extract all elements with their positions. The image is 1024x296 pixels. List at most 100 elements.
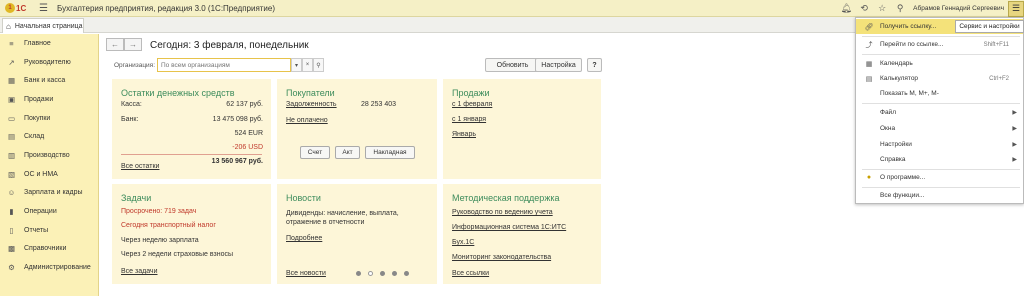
menu-item-help[interactable]: Справка ▶	[856, 152, 1023, 167]
support-link[interactable]: Мониторинг законодательства	[452, 254, 551, 261]
buyers-card-title: Покупатели	[286, 88, 335, 98]
sidebar-item-salary[interactable]: ☺ Зарплата и кадры	[0, 184, 98, 203]
sidebar-item-admin[interactable]: ⚙ Администрирование	[0, 258, 98, 277]
sidebar-item-reports[interactable]: ▯ Отчеты	[0, 221, 98, 240]
menu-item-go-to-link[interactable]: ⤴ Перейти по ссылке... Shift+F11	[856, 37, 1023, 52]
support-link[interactable]: Информационная система 1С:ИТС	[452, 224, 566, 231]
gear-icon: ⚙	[8, 263, 15, 273]
sidebar-item-operations[interactable]: ▮ Операции	[0, 202, 98, 221]
sidebar-item-label: Руководителю	[24, 58, 71, 66]
menu-item-label: Календарь	[880, 60, 913, 67]
sidebar-item-director[interactable]: ↗ Руководителю	[0, 53, 98, 72]
calculator-icon: ▤	[865, 75, 873, 83]
sales-january-link[interactable]: Январь	[452, 131, 476, 138]
sidebar-item-warehouse[interactable]: ▤ Склад	[0, 127, 98, 146]
pagination-dot[interactable]	[368, 271, 373, 276]
support-link[interactable]: Бух.1С	[452, 239, 474, 246]
sidebar-item-label: Продажи	[24, 95, 54, 103]
sidebar-item-references[interactable]: ▩ Справочники	[0, 240, 98, 259]
org-dropdown-button[interactable]: ▾	[291, 58, 302, 72]
support-link[interactable]: Руководство по ведению учета	[452, 209, 553, 216]
task-two-weeks[interactable]: Через 2 недели страховые взносы	[121, 251, 233, 258]
sidebar-item-purchases[interactable]: ▭ Покупки	[0, 109, 98, 128]
org-search-button[interactable]: ⚲	[313, 58, 324, 72]
chevron-right-icon: ▶	[1012, 157, 1017, 163]
notifications-icon[interactable]: 🔔︎	[837, 3, 855, 14]
support-card-title: Методическая поддержка	[452, 193, 560, 203]
create-act-button[interactable]: Акт	[335, 146, 360, 159]
cash-bank-usd: -206 USD	[232, 144, 263, 151]
menu-shortcut: Ctrl+F2	[989, 75, 1009, 82]
menu-item-label: Получить ссылку...	[880, 23, 937, 30]
sidebar-item-bank[interactable]: ▦ Банк и касса	[0, 71, 98, 90]
tab-home-page[interactable]: ⌂ Начальная страница	[2, 18, 84, 33]
goto-link-icon: ⤴	[865, 41, 873, 49]
sales-feb-link[interactable]: с 1 февраля	[452, 101, 492, 108]
user-name[interactable]: Абрамов Геннадий Сергеевич	[913, 5, 1004, 12]
create-invoice-button[interactable]: Счет	[300, 146, 330, 159]
favorites-icon[interactable]: ☆	[873, 3, 891, 14]
close-icon: ×	[305, 62, 310, 68]
tasks-card: Задачи Просрочено: 719 задач Сегодня тра…	[112, 184, 271, 284]
unpaid-link[interactable]: Не оплачено	[286, 117, 328, 124]
menu-item-calendar[interactable]: ▦ Календарь	[856, 56, 1023, 71]
org-clear-button[interactable]: ×	[302, 58, 313, 72]
forward-button[interactable]: →	[124, 38, 142, 51]
settings-button[interactable]: Настройка	[535, 58, 582, 72]
sales-card-title: Продажи	[452, 88, 490, 98]
task-week[interactable]: Через неделю зарплата	[121, 237, 199, 244]
overdue-tasks[interactable]: Просрочено: 719 задач	[121, 208, 196, 215]
pagination-dot[interactable]	[380, 271, 385, 276]
menu-item-memory[interactable]: Показать М, М+, М-	[856, 86, 1023, 101]
pagination-dot[interactable]	[392, 271, 397, 276]
menu-item-settings[interactable]: Настройки ▶	[856, 137, 1023, 152]
news-card: Новости Дивиденды: начисление, выплата, …	[277, 184, 437, 284]
window-title: Бухгалтерия предприятия, редакция 3.0 (1…	[57, 3, 276, 13]
news-pagination	[356, 271, 409, 276]
sidebar-item-main[interactable]: ≡ Главное	[0, 34, 98, 53]
menu-item-label: Показать М, М+, М-	[880, 90, 939, 97]
debt-link[interactable]: Задолженность	[286, 101, 337, 108]
search-icon[interactable]: ⚲	[891, 3, 909, 14]
all-news-link[interactable]: Все новости	[286, 270, 326, 277]
pagination-dot[interactable]	[356, 271, 361, 276]
all-links-link[interactable]: Все ссылки	[452, 270, 489, 277]
refresh-button[interactable]: Обновить	[485, 58, 540, 72]
menu-item-windows[interactable]: Окна ▶	[856, 121, 1023, 136]
sidebar-item-production[interactable]: ▥ Производство	[0, 146, 98, 165]
pagination-dot[interactable]	[404, 271, 409, 276]
history-icon[interactable]: ⟲	[855, 3, 873, 14]
menu-item-calculator[interactable]: ▤ Калькулятор Ctrl+F2	[856, 71, 1023, 86]
chevron-right-icon: ▶	[1012, 126, 1017, 132]
help-button[interactable]: ?	[587, 58, 602, 72]
sidebar-item-label: Главное	[24, 39, 51, 47]
menu-item-label: Файл	[880, 109, 896, 116]
news-more-link[interactable]: Подробнее	[286, 235, 322, 242]
back-button[interactable]: ←	[106, 38, 124, 51]
chevron-right-icon: ▶	[1012, 142, 1017, 148]
all-balances-link[interactable]: Все остатки	[121, 163, 159, 170]
menu-item-all-functions[interactable]: Все функции...	[856, 188, 1023, 203]
sidebar-item-sales[interactable]: ▣ Продажи	[0, 90, 98, 109]
sales-jan-link[interactable]: с 1 января	[452, 116, 486, 123]
sidebar-item-label: Зарплата и кадры	[24, 189, 83, 197]
sidebar-item-assets[interactable]: ▧ ОС и НМА	[0, 165, 98, 184]
logo-text: 1С	[16, 3, 27, 13]
create-waybill-button[interactable]: Накладная	[365, 146, 415, 159]
cash-bank-rub: 13 475 098 руб.	[212, 116, 263, 123]
link-icon: 🔗︎	[864, 23, 874, 31]
service-menu-button[interactable]: ☰	[1008, 0, 1024, 17]
chevron-right-icon: ▶	[1012, 110, 1017, 116]
menu-item-label: О программе...	[880, 174, 926, 181]
news-card-title: Новости	[286, 193, 321, 203]
support-card: Методическая поддержка Руководство по ве…	[443, 184, 601, 284]
all-tasks-link[interactable]: Все задачи	[121, 268, 158, 275]
divider	[121, 154, 262, 155]
task-today[interactable]: Сегодня транспортный налог	[121, 222, 216, 229]
sidebar-item-label: Операции	[24, 208, 57, 216]
books-icon: ▩	[7, 244, 16, 254]
hamburger-menu-icon[interactable]: ☰	[39, 3, 49, 14]
menu-item-file[interactable]: Файл ▶	[856, 105, 1023, 120]
organization-input[interactable]	[157, 58, 291, 72]
menu-item-about[interactable]: ● О программе...	[856, 170, 1023, 185]
